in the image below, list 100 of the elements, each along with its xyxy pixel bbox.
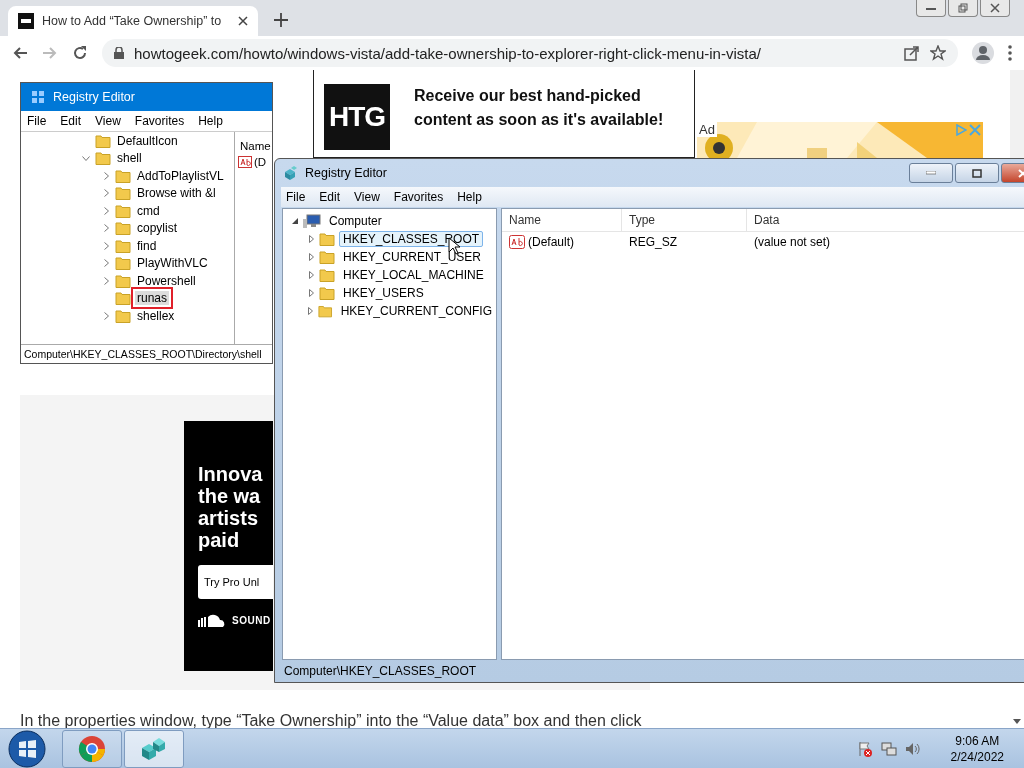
close-icon[interactable] [980, 0, 1010, 17]
tree-item[interactable]: HKEY_CURRENT_CONFIG [336, 303, 496, 319]
reload-icon[interactable] [72, 45, 88, 61]
status-text: Computer\HKEY_CLASSES_ROOT\Directory\shell [24, 348, 262, 360]
menu-item[interactable]: File [27, 114, 47, 128]
folder-icon [115, 221, 131, 236]
column-header[interactable]: Data [747, 209, 1024, 231]
tree-item[interactable]: shellex [135, 308, 177, 323]
minimize-icon[interactable] [916, 0, 946, 17]
share-icon[interactable] [904, 45, 920, 61]
ad-brand: SOUND [232, 614, 271, 626]
menu-item[interactable]: View [95, 114, 121, 128]
table-cell: (Default) [528, 235, 574, 249]
menu-item[interactable]: Favorites [388, 190, 449, 204]
scrollbar[interactable] [1010, 70, 1024, 158]
tree-item[interactable]: HKEY_CURRENT_USER [339, 249, 486, 265]
menu-item[interactable]: Favorites [134, 114, 185, 128]
tree-item[interactable]: Browse with &l [135, 186, 218, 201]
registry-icon [31, 90, 45, 104]
folder-icon [318, 304, 333, 318]
scroll-down-icon[interactable] [1013, 719, 1021, 724]
folder-icon [115, 238, 131, 253]
tree-item[interactable]: DefaultIcon [115, 133, 180, 148]
expand-icon[interactable] [308, 307, 314, 315]
column-header[interactable]: Name [502, 209, 622, 231]
chrome-icon [78, 734, 106, 763]
ad-headline: Innova the wa artists paid [198, 463, 264, 551]
tree-item[interactable]: cmd [135, 203, 162, 218]
tree-item[interactable]: Computer [325, 213, 386, 229]
lock-icon [114, 47, 124, 59]
tree-item[interactable]: HKEY_USERS [339, 285, 428, 301]
folder-icon [95, 133, 111, 148]
computer-icon [303, 214, 321, 228]
site-favicon [18, 13, 34, 29]
expand-icon[interactable] [308, 235, 314, 243]
tree-item[interactable]: PlayWithVLC [135, 256, 210, 271]
url-text: howtogeek.com/howto/windows-vista/add-take-ownership-to-explorer-right-click-menu-in-vista/ [134, 44, 762, 62]
folder-icon [115, 291, 131, 306]
tree-item[interactable]: shell [115, 151, 144, 166]
close-tab-icon[interactable] [238, 16, 248, 26]
folder-icon [115, 308, 131, 323]
maximize-button[interactable] [955, 163, 999, 183]
tree-item[interactable]: AddToPlaylistVL [135, 168, 226, 183]
star-icon[interactable] [930, 45, 946, 61]
profile-icon[interactable] [972, 42, 994, 64]
tree-item[interactable]: Powershell [135, 273, 198, 288]
column-header: Name [239, 139, 272, 154]
menu-icon[interactable] [1008, 45, 1012, 61]
value-name: (D [254, 156, 267, 168]
folder-icon [115, 273, 131, 288]
registry-icon [283, 165, 299, 181]
taskbar-button[interactable] [62, 729, 122, 768]
minimize-button[interactable] [909, 163, 953, 183]
folder-icon [115, 168, 131, 183]
flag-icon[interactable] [856, 740, 873, 757]
string-value-icon [509, 235, 525, 249]
menu-item[interactable]: Help [452, 190, 487, 204]
tree-item[interactable]: find [135, 238, 159, 253]
address-bar[interactable]: howtogeek.com/howto/windows-vista/add-take-ownership-to-explorer-right-click-menu-in-vista/ [102, 39, 958, 67]
string-value-icon [238, 156, 252, 168]
tree-item[interactable]: HKEY_CLASSES_ROOT [339, 231, 484, 247]
chevron-right-icon[interactable] [103, 311, 109, 320]
taskbar-button[interactable] [124, 729, 184, 768]
back-icon[interactable] [12, 45, 28, 61]
expand-icon[interactable] [308, 253, 314, 261]
folder-icon [115, 256, 131, 271]
folder-icon [319, 250, 335, 264]
column-header[interactable]: Type [622, 209, 747, 231]
network-icon[interactable] [880, 740, 897, 757]
browser-tab[interactable]: How to Add “Take Ownership” to [8, 6, 258, 36]
window-title: Registry Editor [305, 166, 388, 180]
table-cell-text: REG_SZ [628, 235, 678, 249]
menu-item[interactable]: File [281, 190, 311, 204]
expand-icon[interactable] [308, 289, 314, 297]
menu-item[interactable]: Edit [314, 190, 346, 204]
folder-icon [319, 286, 335, 300]
folder-icon [115, 203, 131, 218]
restore-icon[interactable] [948, 0, 978, 17]
menu-item[interactable]: View [349, 190, 385, 204]
site-logo: HTG [324, 84, 390, 150]
clock-time[interactable]: 9:06 AM [955, 732, 1000, 749]
folder-icon [319, 232, 335, 246]
folder-icon [115, 186, 131, 201]
new-tab-icon[interactable] [274, 13, 288, 27]
start-button[interactable] [8, 729, 46, 768]
clock-date[interactable]: 2/24/2022 [950, 748, 1004, 765]
chevron-down-icon[interactable] [82, 155, 90, 161]
table-cell-text: (value not set) [753, 235, 831, 249]
menu-item[interactable]: Help [198, 114, 223, 128]
popup-message: Receive our best hand-picked content as soon as it's available! [414, 86, 665, 130]
tree-item[interactable]: copylist [135, 221, 179, 236]
menu-item[interactable]: Edit [60, 114, 82, 128]
ad-label: Ad [697, 122, 717, 137]
minimize-icon [926, 171, 936, 175]
tree-item[interactable]: HKEY_LOCAL_MACHINE [339, 267, 488, 283]
collapse-icon[interactable] [292, 218, 298, 224]
folder-icon [319, 268, 335, 282]
expand-icon[interactable] [308, 271, 314, 279]
folder-icon [95, 151, 111, 166]
ad-button[interactable]: Try Pro Unl [198, 565, 273, 599]
